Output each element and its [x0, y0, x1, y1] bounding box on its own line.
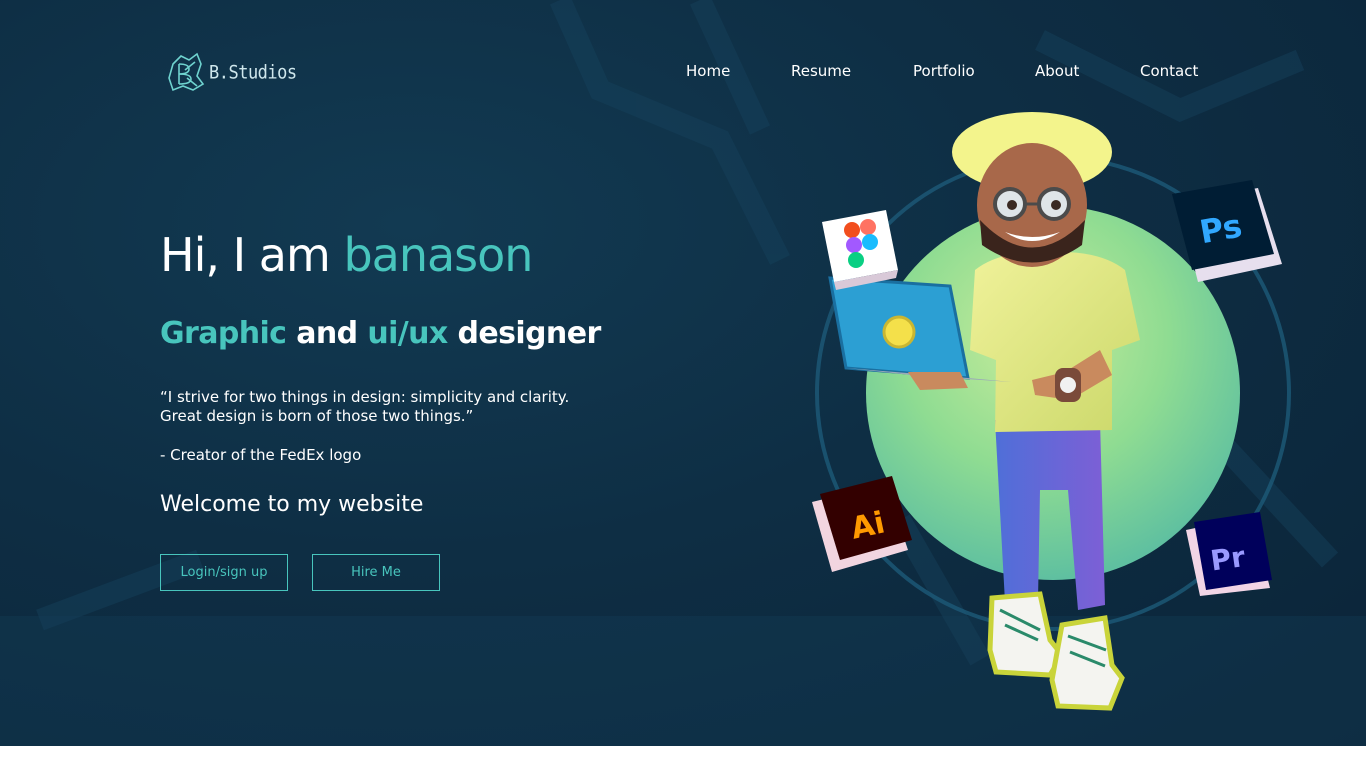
role-and: and [286, 316, 368, 351]
login-signup-button[interactable]: Login/sign up [160, 554, 288, 591]
premiere-icon: Pr [1186, 512, 1272, 596]
headline-greeting: Hi, I am [160, 228, 344, 282]
welcome-heading: Welcome to my website [160, 492, 424, 517]
nav-resume[interactable]: Resume [791, 62, 851, 80]
quote-line-1: “I strive for two things in design: simp… [160, 388, 570, 406]
nav-about[interactable]: About [1035, 62, 1079, 80]
nav-contact[interactable]: Contact [1140, 62, 1198, 80]
quote-line-2: Great design is born of those two things… [160, 407, 474, 425]
pr-label: Pr [1208, 540, 1247, 577]
ps-label: Ps [1197, 206, 1245, 251]
logo-text: B.Studios [209, 62, 297, 84]
nav-portfolio[interactable]: Portfolio [913, 62, 975, 80]
design-quote: “I strive for two things in design: simp… [160, 388, 620, 426]
role-graphic: Graphic [160, 316, 287, 351]
ai-label: Ai [848, 505, 888, 546]
logo-mark-icon [168, 52, 205, 92]
hire-me-button[interactable]: Hire Me [312, 554, 440, 591]
designer-illustration: Ps Ai Pr [812, 112, 1291, 711]
character-shoes [987, 591, 1125, 711]
nav-home[interactable]: Home [686, 62, 730, 80]
figma-icon [822, 210, 898, 290]
quote-author: - Creator of the FedEx logo [160, 446, 362, 464]
role-designer: designer [447, 316, 602, 351]
role-uiux: ui/ux [367, 316, 448, 351]
brand-logo[interactable]: B.Studios [167, 48, 297, 98]
hero-section: B.Studios Home Resume Portfolio About Co… [0, 0, 1366, 746]
hero-subheadline: Graphic and ui/ux designer [160, 316, 601, 351]
hero-headline: Hi, I am banason [160, 228, 533, 282]
headline-name: banason [343, 228, 533, 282]
